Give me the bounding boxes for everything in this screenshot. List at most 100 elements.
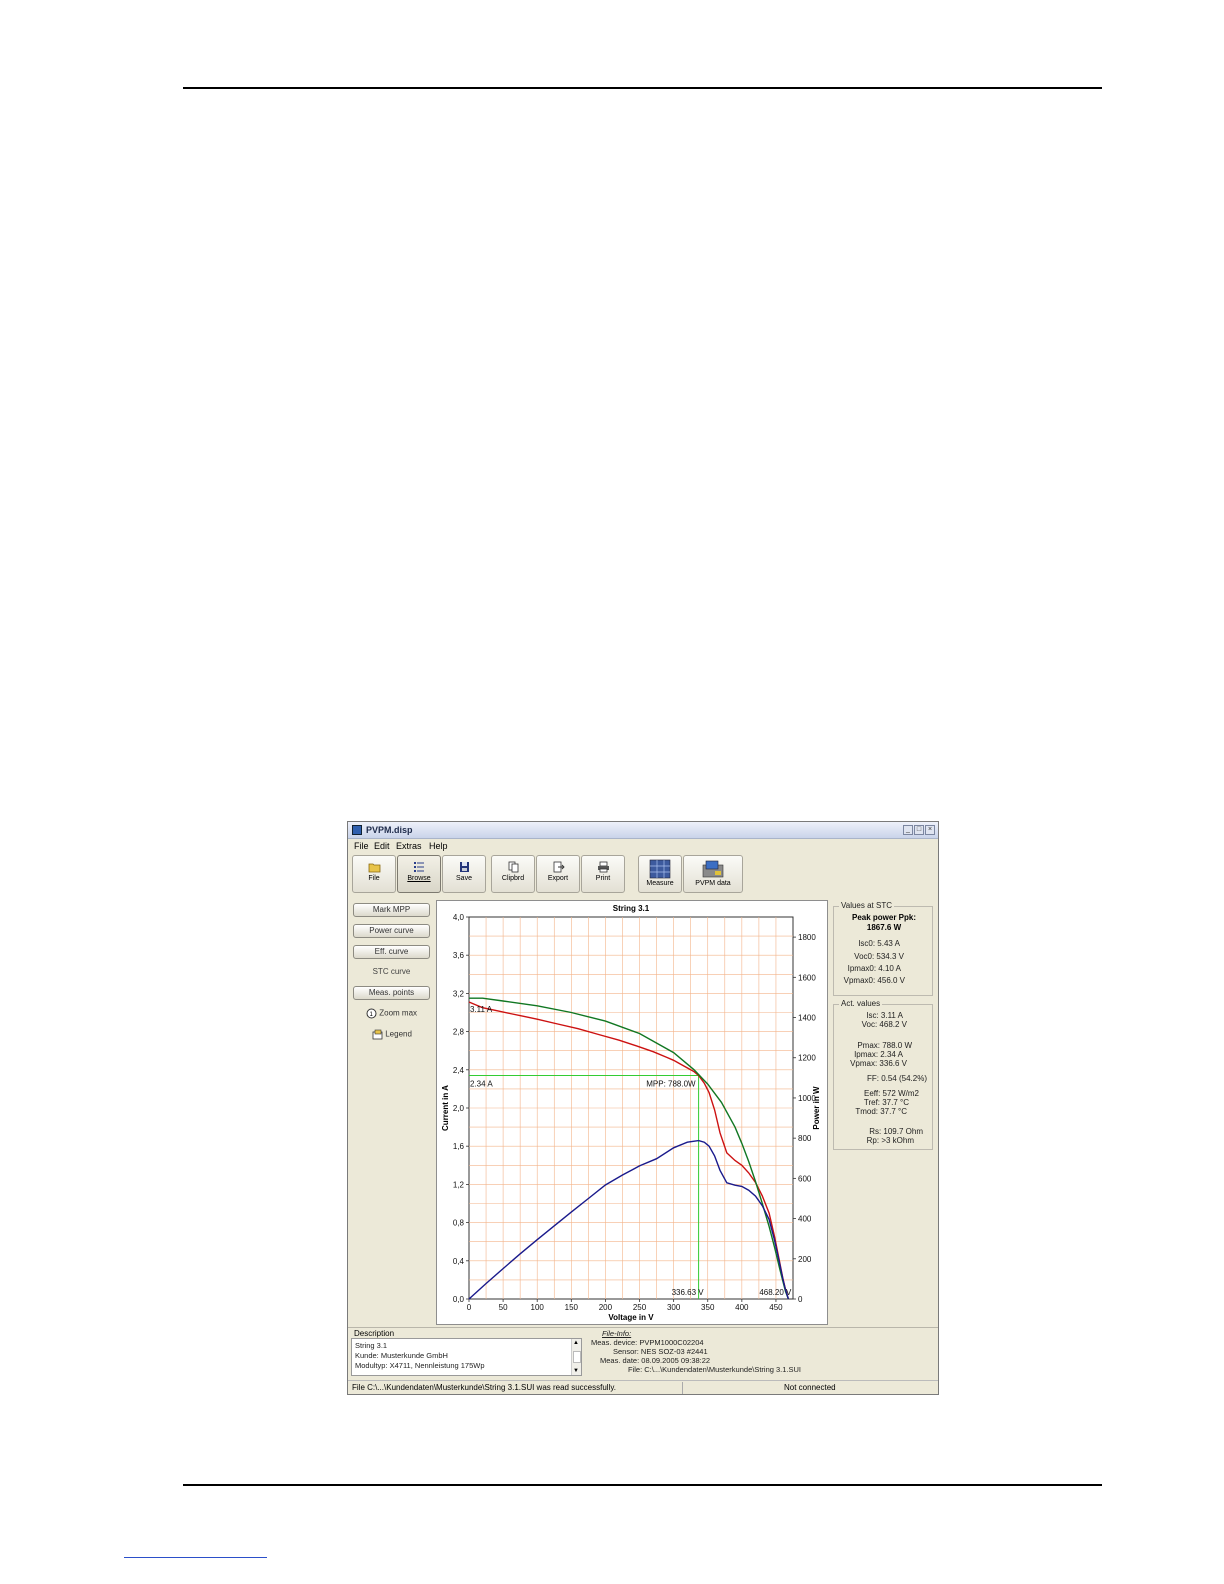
minimize-button[interactable]: _ xyxy=(903,825,913,835)
values-stc-title: Values at STC xyxy=(839,901,894,910)
footnote-link-line xyxy=(124,1557,267,1558)
ipmax0-value: Ipmax0: 4.10 A xyxy=(847,964,901,973)
voc0-value: Voc0: 534.3 V xyxy=(854,952,904,961)
x-tick-label: 250 xyxy=(633,1303,647,1312)
window-title: PVPM.disp xyxy=(366,825,413,835)
panel-divider xyxy=(348,1327,938,1328)
menu-edit[interactable]: Edit xyxy=(374,841,390,851)
meas-device-text: Meas. device: PVPM1000C02204 xyxy=(591,1338,704,1347)
power-curve-button[interactable]: Power curve xyxy=(353,924,430,938)
y-tick-label: 3,6 xyxy=(453,951,465,960)
clipboard-button[interactable]: Clipbrd xyxy=(491,855,535,893)
x-tick-label: 100 xyxy=(531,1303,545,1312)
y2-tick-label: 1800 xyxy=(798,933,816,942)
file-button[interactable]: File xyxy=(352,855,396,893)
scroll-up-icon[interactable]: ▲ xyxy=(573,1340,579,1346)
isc-value: Isc: 3.11 A xyxy=(866,1011,903,1020)
ipmax-value: Ipmax: 2.34 A xyxy=(854,1050,903,1059)
device-icon xyxy=(702,860,724,878)
left-panel: Mark MPP Power curve Eff. curve STC curv… xyxy=(350,898,434,1326)
act-values-group: Act. values Isc: 3.11 A Voc: 468.2 V Pma… xyxy=(833,999,933,1150)
y2-tick-label: 0 xyxy=(798,1295,803,1304)
x-tick-label: 50 xyxy=(499,1303,508,1312)
isc-annotation: 3.11 A xyxy=(470,1005,493,1014)
menu-file[interactable]: File xyxy=(354,841,369,851)
rs-value: Rs: 109.7 Ohm xyxy=(869,1127,923,1136)
app-icon xyxy=(352,825,362,835)
y-tick-label: 2,0 xyxy=(453,1104,465,1113)
voc-value: Voc: 468.2 V xyxy=(861,1020,907,1029)
description-line: Modultyp: X4711, Nennleistung 175Wp xyxy=(355,1361,485,1370)
file-path-text: File: C:\...\Kundendaten\Musterkunde\Str… xyxy=(628,1365,802,1374)
description-scrollbar[interactable]: ▲ ▼ xyxy=(571,1339,581,1375)
y2-tick-label: 800 xyxy=(798,1134,812,1143)
pvpm-data-button[interactable]: PVPM data xyxy=(683,855,743,893)
clipboard-icon xyxy=(508,861,518,873)
menu-extras[interactable]: Extras xyxy=(396,841,422,851)
y2-axis-label: Power in W xyxy=(812,1086,821,1130)
y2-tick-label: 1200 xyxy=(798,1054,816,1063)
ff-value: FF: 0.54 (54.2%) xyxy=(866,1074,927,1083)
x-tick-label: 0 xyxy=(467,1303,472,1312)
export-button[interactable]: Export xyxy=(536,855,580,893)
menu-help[interactable]: Help xyxy=(429,841,448,851)
chart-svg: 0 50 100 150 200 250 300 350 400 450 0,0 0,4 0,8 1,2 1… xyxy=(441,904,821,1322)
y-tick-label: 2,4 xyxy=(453,1066,465,1075)
rp-value: Rp: >3 kOhm xyxy=(866,1136,914,1145)
title-bar[interactable]: PVPM.disp _ □ × xyxy=(348,822,938,839)
status-bar: File C:\...\Kundendaten\Musterkunde\Stri… xyxy=(348,1380,938,1395)
y-tick-label: 0,0 xyxy=(453,1295,465,1304)
description-line: String 3.1 xyxy=(355,1341,388,1350)
y-axis-label: Current in A xyxy=(441,1085,450,1131)
x-tick-label: 450 xyxy=(769,1303,783,1312)
x-tick-label: 350 xyxy=(701,1303,715,1312)
y2-tick-label: 400 xyxy=(798,1215,812,1224)
scroll-thumb[interactable] xyxy=(573,1351,581,1363)
description-line: Kunde: Musterkunde GmbH xyxy=(355,1351,448,1360)
print-button[interactable]: Print xyxy=(581,855,625,893)
mark-mpp-button[interactable]: Mark MPP xyxy=(353,903,430,917)
app-window: PVPM.disp _ □ × File Edit Extras Help Fi… xyxy=(347,821,939,1395)
y-tick-label: 0,8 xyxy=(453,1219,465,1228)
file-info-title: File-Info: xyxy=(602,1329,632,1338)
zoom-max-button[interactable]: 1 Zoom max xyxy=(366,1008,417,1019)
iv-chart: 0 50 100 150 200 250 300 350 400 450 0,0 0,4 0,8 1,2 1… xyxy=(436,900,828,1325)
printer-icon xyxy=(597,861,609,873)
y2-tick-label: 200 xyxy=(798,1255,812,1264)
measure-icon xyxy=(649,859,671,879)
x-tick-label: 400 xyxy=(735,1303,749,1312)
measure-button[interactable]: Measure xyxy=(638,855,682,893)
eff-curve-button[interactable]: Eff. curve xyxy=(353,945,430,959)
x-tick-label: 200 xyxy=(599,1303,613,1312)
chart-title: String 3.1 xyxy=(613,904,650,913)
connection-status: Not connected xyxy=(784,1383,836,1392)
legend-button[interactable]: Legend xyxy=(372,1029,412,1040)
floppy-icon xyxy=(459,862,469,872)
y2-tick-label: 600 xyxy=(798,1174,812,1183)
save-button[interactable]: Save xyxy=(442,855,486,893)
y-tick-label: 2,8 xyxy=(453,1028,465,1037)
y-tick-label: 1,2 xyxy=(453,1180,465,1189)
vpmax-annotation: 336.63 V xyxy=(672,1288,705,1297)
maximize-button[interactable]: □ xyxy=(914,825,924,835)
status-message: File C:\...\Kundendaten\Musterkunde\Stri… xyxy=(352,1383,616,1392)
scroll-down-icon[interactable]: ▼ xyxy=(573,1368,579,1374)
description-textarea[interactable]: String 3.1 Kunde: Musterkunde GmbH Modul… xyxy=(351,1338,582,1376)
ipmax-annotation: 2.34 A xyxy=(470,1080,493,1089)
pmax-value: Pmax: 788.0 W xyxy=(857,1041,912,1050)
export-icon xyxy=(553,861,565,873)
legend-icon xyxy=(372,1029,383,1040)
isc0-value: Isc0: 5.43 A xyxy=(858,939,900,948)
x-tick-label: 150 xyxy=(565,1303,579,1312)
y-tick-label: 3,2 xyxy=(453,989,465,998)
peak-power-value: 1867.6 W xyxy=(866,923,902,932)
peak-power-label: Peak power Ppk: xyxy=(851,913,917,922)
stc-curve-label[interactable]: STC curve xyxy=(353,967,430,976)
browse-button[interactable]: Browse xyxy=(397,855,441,893)
tref-value: Tref: 37.7 °C xyxy=(863,1098,909,1107)
y-tick-label: 0,4 xyxy=(453,1257,465,1266)
x-tick-label: 300 xyxy=(667,1303,681,1312)
close-button[interactable]: × xyxy=(925,825,935,835)
status-divider xyxy=(682,1382,683,1394)
meas-points-button[interactable]: Meas. points xyxy=(353,986,430,1000)
